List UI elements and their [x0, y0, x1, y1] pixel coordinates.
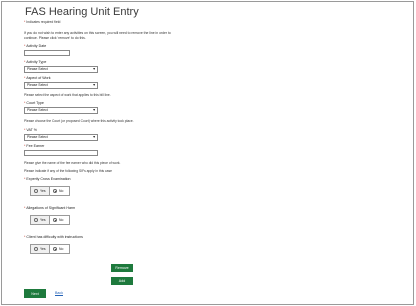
aspect-of-work-select[interactable]: Please Select ▾ [24, 82, 98, 89]
activity-type-label: * Activity Type [24, 60, 46, 64]
vat-select[interactable]: Please Select ▾ [24, 134, 98, 141]
remove-button[interactable]: Remove [111, 264, 133, 272]
court-type-help: Please choose the Court (or proposed Cou… [24, 119, 134, 123]
required-note: * Indicates required field [24, 20, 60, 24]
client-difficulty-no-radio[interactable]: No [50, 244, 70, 254]
allegations-radio-group: Yes No [30, 215, 70, 225]
activity-date-input[interactable] [24, 50, 70, 56]
aspect-of-work-label: * Aspect of Work [24, 76, 51, 80]
chevron-down-icon: ▾ [93, 135, 95, 139]
client-difficulty-label-text: Client has difficulty with instructions [26, 235, 83, 239]
vat-value: Please Select [27, 135, 48, 139]
radio-circle-icon [34, 247, 38, 251]
radio-label: No [59, 218, 64, 222]
client-difficulty-radio-group: Yes No [30, 244, 70, 254]
activity-date-label-text: Activity Date [26, 44, 47, 48]
activity-type-label-text: Activity Type [26, 60, 47, 64]
radio-circle-icon [34, 189, 38, 193]
activity-type-value: Please Select [27, 67, 48, 71]
radio-label: No [59, 189, 64, 193]
expert-cross-exam-radio-group: Yes No [30, 186, 70, 196]
activity-type-select[interactable]: Please Select ▾ [24, 66, 98, 73]
court-type-select[interactable]: Please Select ▾ [24, 107, 98, 114]
aspect-of-work-help: Please select the aspect of work that ap… [24, 93, 111, 97]
allegations-label-text: Allegations of Significant Harm [26, 206, 76, 210]
court-type-value: Please Select [27, 108, 48, 112]
court-type-label: * Court Type [24, 101, 44, 105]
factors-intro: Please indicate if any of the following … [24, 169, 112, 173]
radio-selected-icon [53, 247, 57, 251]
chevron-down-icon: ▾ [93, 67, 95, 71]
info-text: If you do not wish to enter any activiti… [24, 31, 171, 40]
fee-earner-label: * Fee Earner [24, 144, 44, 148]
radio-selected-icon [53, 218, 57, 222]
vat-label: * VAT % [24, 128, 37, 132]
page-title: FAS Hearing Unit Entry [25, 6, 139, 18]
expert-cross-exam-yes-radio[interactable]: Yes [30, 186, 50, 196]
expert-cross-exam-label-text: Expertly Cross Examination [26, 177, 71, 181]
court-type-label-text: Court Type [26, 101, 44, 105]
required-note-text: Indicates required field [26, 20, 61, 24]
radio-circle-icon [34, 218, 38, 222]
aspect-of-work-label-text: Aspect of Work [26, 76, 51, 80]
client-difficulty-yes-radio[interactable]: Yes [30, 244, 50, 254]
fee-earner-input[interactable] [24, 150, 98, 156]
chevron-down-icon: ▾ [93, 108, 95, 112]
add-button[interactable]: Add [111, 277, 133, 285]
radio-label: Yes [40, 189, 46, 193]
aspect-of-work-value: Please Select [27, 83, 48, 87]
chevron-down-icon: ▾ [93, 83, 95, 87]
fee-earner-help: Please give the name of the fee earner w… [24, 161, 121, 165]
vat-label-text: VAT % [26, 128, 37, 132]
radio-label: Yes [40, 218, 46, 222]
expert-cross-exam-label: * Expertly Cross Examination [24, 177, 71, 181]
back-link[interactable]: Back [55, 291, 63, 295]
allegations-label: * Allegations of Significant Harm [24, 206, 75, 210]
expert-cross-exam-no-radio[interactable]: No [50, 186, 70, 196]
radio-selected-icon [53, 189, 57, 193]
client-difficulty-label: * Client has difficulty with instruction… [24, 235, 83, 239]
allegations-yes-radio[interactable]: Yes [30, 215, 50, 225]
next-button[interactable]: Next [24, 289, 46, 298]
fee-earner-label-text: Fee Earner [26, 144, 45, 148]
allegations-no-radio[interactable]: No [50, 215, 70, 225]
activity-date-label: * Activity Date [24, 44, 46, 48]
radio-label: No [59, 247, 64, 251]
radio-label: Yes [40, 247, 46, 251]
